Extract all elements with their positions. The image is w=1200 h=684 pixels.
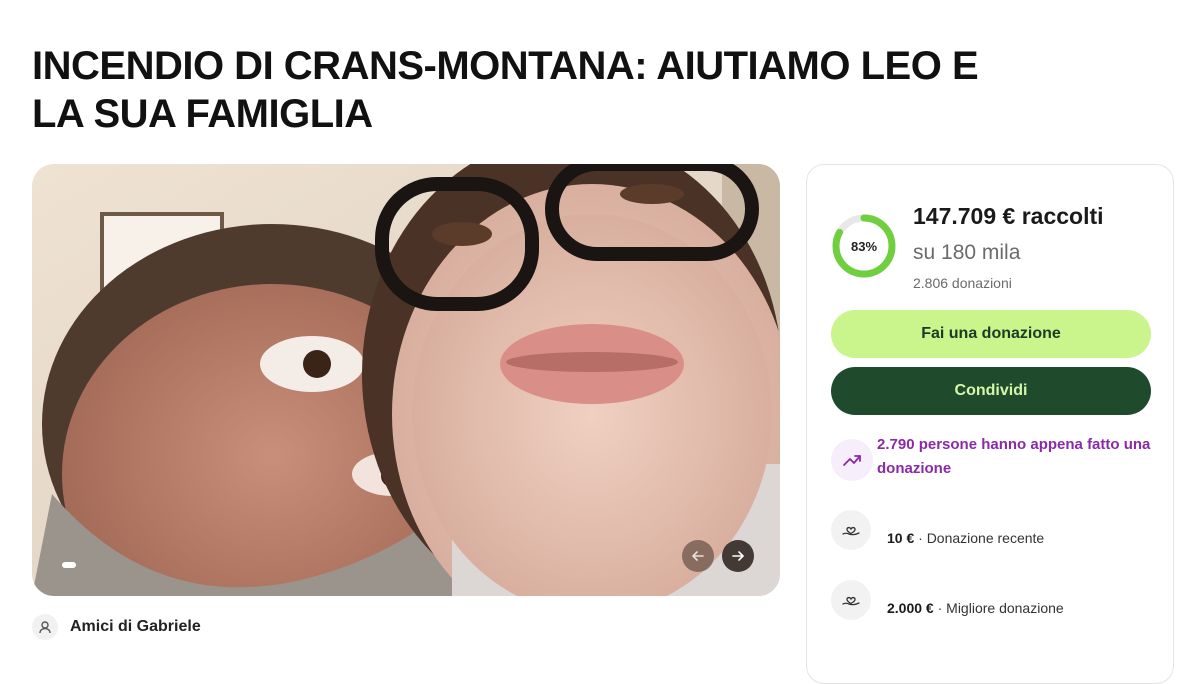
recent-donors-notice: 2.790 persone hanno appena fatto una don… (831, 433, 1151, 489)
carousel-dot-active[interactable] (62, 562, 76, 568)
carousel-next-button[interactable] (722, 540, 754, 572)
user-icon (32, 614, 58, 640)
trending-up-icon (831, 439, 873, 481)
progress-ring: 83% (831, 213, 897, 279)
recent-donation-amount: 10 € (887, 530, 915, 546)
recent-donors-text: 2.790 persone hanno appena fatto una don… (877, 436, 1151, 477)
share-button[interactable]: Condividi (831, 367, 1151, 415)
donate-button[interactable]: Fai una donazione (831, 310, 1151, 358)
arrow-right-icon (732, 551, 745, 561)
progress-percent: 83% (850, 238, 878, 254)
carousel-prev-button[interactable] (682, 540, 714, 572)
recent-donation-row: 10 € · Donazione recente (831, 510, 1151, 554)
organizer[interactable]: Amici di Gabriele (32, 612, 201, 642)
arrow-left-icon (691, 551, 704, 561)
top-donation-row: 2.000 € · Migliore donazione (831, 580, 1151, 624)
campaign-photo[interactable] (32, 164, 780, 596)
donations-count: 2.806 donazioni (913, 275, 1012, 291)
organizer-name: Amici di Gabriele (70, 618, 201, 635)
top-donation-label: · Migliore donazione (933, 600, 1064, 616)
recent-donation-label: · Donazione recente (914, 530, 1045, 546)
top-donation-text: 2.000 € · Migliore donazione (887, 600, 1064, 616)
page-title: INCENDIO DI CRANS-MONTANA: AIUTIAMO LEO … (32, 44, 979, 136)
recent-donation-text: 10 € · Donazione recente (887, 530, 1044, 546)
amount-raised: 147.709 € raccolti (913, 203, 1104, 229)
top-donation-amount: 2.000 € (887, 600, 934, 616)
goal-amount: su 180 mila (913, 241, 1021, 264)
photo-illustration (32, 164, 780, 596)
heart-hand-icon (831, 580, 871, 620)
donation-panel: 83% 147.709 € raccolti su 180 mila 2.806… (806, 164, 1174, 684)
heart-hand-icon (831, 510, 871, 550)
